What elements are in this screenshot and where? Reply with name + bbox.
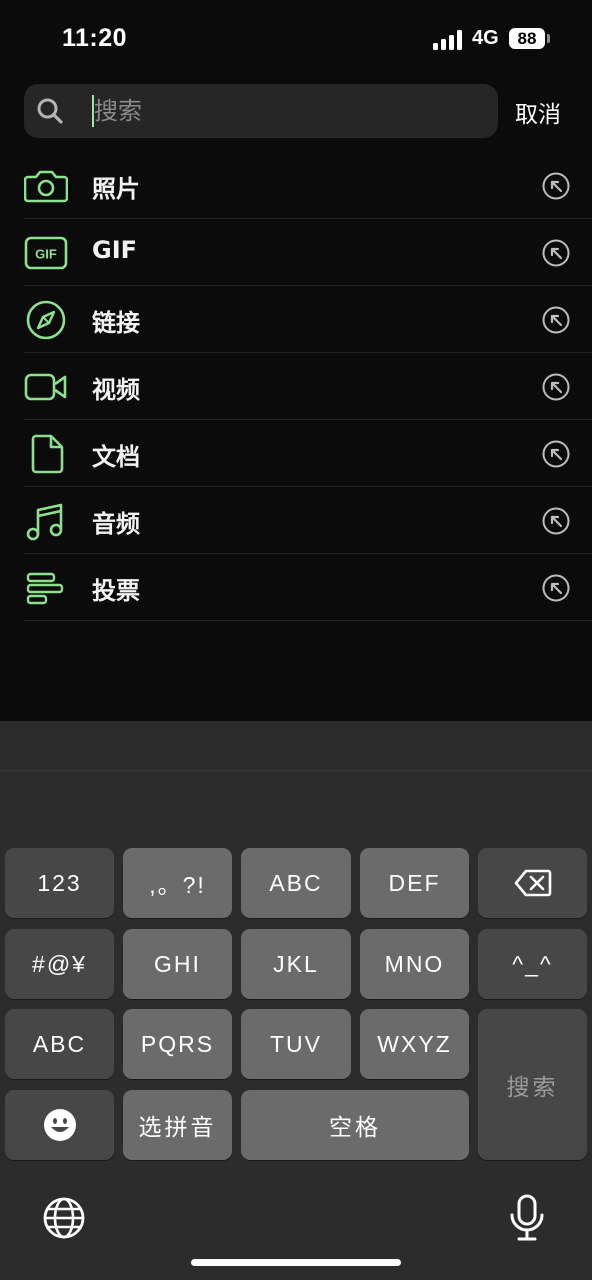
backspace-icon — [514, 869, 551, 897]
key-tuv[interactable]: TUV — [241, 1009, 351, 1079]
emoji-icon — [43, 1109, 76, 1141]
key-abc-switch[interactable]: ABC — [5, 1009, 114, 1079]
list-item-label: 音频 — [92, 510, 140, 538]
list-item-label: 链接 — [92, 309, 140, 337]
keyboard: 123 ,。?! ABC DEF #@¥ GHI JKL MNO ^_^ ABC… — [0, 721, 592, 1280]
network-type: 4G — [472, 27, 499, 49]
key-kaomoji[interactable]: ^_^ — [478, 929, 587, 999]
search-icon — [37, 98, 63, 124]
arrow-up-left-icon[interactable] — [542, 507, 570, 535]
battery-tip — [547, 34, 550, 43]
list-item-label: 投票 — [92, 577, 140, 605]
list-item-label: 照片 — [92, 175, 140, 203]
key-abc[interactable]: ABC — [241, 848, 351, 918]
battery-icon: 88 — [509, 28, 545, 49]
list-item-audio[interactable]: 音频 — [0, 487, 592, 554]
document-icon — [31, 434, 64, 474]
list-item-document[interactable]: 文档 — [0, 420, 592, 487]
list-item-label: GIF — [92, 236, 138, 264]
list-item-link[interactable]: 链接 — [0, 286, 592, 353]
video-icon — [24, 373, 67, 401]
music-icon — [26, 503, 63, 541]
key-symbols[interactable]: #@¥ — [5, 929, 114, 999]
key-pinyin-select[interactable]: 选拼音 — [123, 1090, 232, 1160]
search-bar[interactable] — [24, 84, 498, 138]
arrow-up-left-icon[interactable] — [542, 574, 570, 602]
key-ghi[interactable]: GHI — [123, 929, 232, 999]
status-time: 11:20 — [62, 24, 128, 52]
list-item-video[interactable]: 视频 — [0, 353, 592, 420]
list-item-gif[interactable]: GIF GIF — [0, 219, 592, 286]
space-key[interactable]: 空格 — [241, 1090, 469, 1160]
gif-icon: GIF — [24, 236, 68, 270]
microphone-icon[interactable] — [508, 1194, 546, 1242]
signal-icon — [433, 28, 465, 50]
compass-icon — [26, 300, 66, 340]
key-wxyz[interactable]: WXYZ — [360, 1009, 469, 1079]
key-123[interactable]: 123 — [5, 848, 114, 918]
list-item-photo[interactable]: 照片 — [0, 152, 592, 219]
keyboard-candidate-bar — [0, 770, 592, 771]
camera-icon — [24, 170, 68, 203]
list-item-poll[interactable]: 投票 — [0, 554, 592, 621]
arrow-up-left-icon[interactable] — [542, 239, 570, 267]
arrow-up-left-icon[interactable] — [542, 172, 570, 200]
globe-icon[interactable] — [42, 1196, 86, 1240]
status-bar: 11:20 4G 88 — [0, 0, 592, 70]
arrow-up-left-icon[interactable] — [542, 440, 570, 468]
category-list: 照片 GIF GIF 链接 视频 文档 音频 投票 — [0, 152, 592, 621]
list-item-label: 文档 — [92, 443, 140, 471]
poll-icon — [26, 572, 64, 605]
search-key[interactable]: 搜索 — [478, 1009, 587, 1160]
delete-key[interactable] — [478, 848, 587, 918]
key-punctuation[interactable]: ,。?! — [123, 848, 232, 918]
gif-icon-text: GIF — [35, 247, 57, 262]
arrow-up-left-icon[interactable] — [542, 373, 570, 401]
divider — [24, 620, 592, 621]
home-indicator[interactable] — [191, 1259, 401, 1266]
arrow-up-left-icon[interactable] — [542, 306, 570, 334]
search-input[interactable] — [94, 84, 484, 138]
key-def[interactable]: DEF — [360, 848, 469, 918]
emoji-key[interactable] — [5, 1090, 114, 1160]
key-pqrs[interactable]: PQRS — [123, 1009, 232, 1079]
key-jkl[interactable]: JKL — [241, 929, 351, 999]
key-mno[interactable]: MNO — [360, 929, 469, 999]
cancel-button[interactable]: 取消 — [515, 95, 561, 129]
list-item-label: 视频 — [92, 376, 140, 404]
